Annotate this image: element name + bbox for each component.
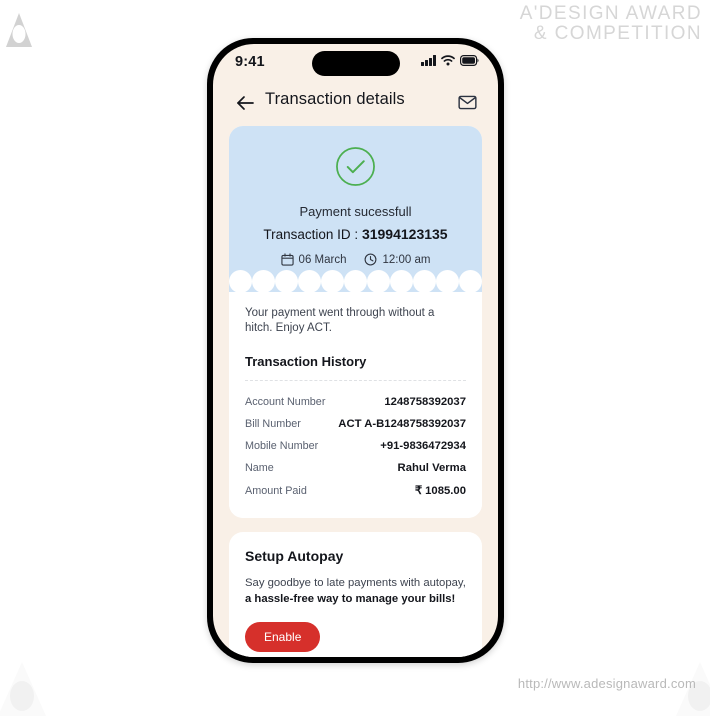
row-value: ₹ 1085.00 <box>414 485 466 497</box>
scallop-divider <box>229 270 482 293</box>
row-value: Rahul Verma <box>397 462 466 474</box>
wifi-icon <box>441 55 455 66</box>
divider <box>245 380 466 381</box>
autopay-description-line2: a hassle-free way to manage your bills! <box>245 593 456 605</box>
page-title: Transaction details <box>265 90 405 108</box>
row-value: +91-9836472934 <box>380 440 466 452</box>
award-brand-line1: A'DESIGN AWARD <box>519 3 702 24</box>
receipt-note: Your payment went through without a hitc… <box>245 307 435 334</box>
enable-autopay-button[interactable]: Enable <box>245 622 321 652</box>
phone-frame: 9:41 Transaction details Payment sucessf… <box>207 38 504 663</box>
table-row: Account Number 1248758392037 <box>245 391 466 413</box>
row-label: Name <box>245 462 274 474</box>
battery-full-icon <box>460 55 479 66</box>
status-bar-time: 9:41 <box>235 54 265 70</box>
receipt-date: 06 March <box>280 253 347 266</box>
table-row: Mobile Number +91-9836472934 <box>245 435 466 457</box>
status-bar-indicators <box>421 55 479 66</box>
clock-icon <box>365 253 377 266</box>
envelope-icon[interactable] <box>458 93 477 112</box>
payment-status-text: Payment sucessfull <box>299 204 412 219</box>
receipt-card: Payment sucessfull Transaction ID : 3199… <box>229 126 482 518</box>
a-design-award-logo-watermark-left-icon <box>0 662 46 716</box>
a-design-award-logo-icon <box>6 13 32 47</box>
row-label: Account Number <box>245 396 326 408</box>
table-row: Amount Paid ₹ 1085.00 <box>245 479 466 502</box>
receipt-meta-row: 06 March 12:00 am <box>243 253 468 266</box>
check-circle-icon <box>335 146 376 187</box>
receipt-time-text: 12:00 am <box>382 253 431 266</box>
scroll-content: Payment sucessfull Transaction ID : 3199… <box>213 126 498 657</box>
row-value: 1248758392037 <box>384 396 466 408</box>
row-label: Bill Number <box>245 418 301 430</box>
autopay-description-line1: Say goodbye to late payments with autopa… <box>245 577 466 589</box>
table-row: Name Rahul Verma <box>245 457 466 479</box>
transaction-history-title: Transaction History <box>245 354 367 369</box>
dynamic-island <box>311 51 400 76</box>
app-header: Transaction details <box>213 88 498 126</box>
transaction-id-value: 31994123135 <box>361 226 448 242</box>
transaction-id-label: Transaction ID : <box>263 227 362 242</box>
receipt-banner: Payment sucessfull Transaction ID : 3199… <box>229 126 482 293</box>
row-label: Mobile Number <box>245 440 319 452</box>
award-url: http://www.adesignaward.com <box>517 676 696 691</box>
setup-autopay-card: Setup Autopay Say goodbye to late paymen… <box>229 532 482 657</box>
receipt-date-text: 06 March <box>298 253 347 266</box>
award-brand-mark: A'DESIGN AWARD & COMPETITION <box>520 4 702 44</box>
receipt-details: Your payment went through without a hitc… <box>229 292 482 518</box>
autopay-title: Setup Autopay <box>245 548 344 564</box>
row-label: Amount Paid <box>245 485 307 497</box>
row-value: ACT A-B1248758392037 <box>338 418 466 430</box>
table-row: Bill Number ACT A-B1248758392037 <box>245 413 466 435</box>
transaction-id: Transaction ID : 31994123135 <box>243 226 468 242</box>
phone-screen: 9:41 Transaction details Payment sucessf… <box>213 44 498 657</box>
calendar-icon <box>280 253 294 266</box>
arrow-left-icon[interactable] <box>234 92 256 114</box>
award-brand-line2: & COMPETITION <box>533 23 702 44</box>
cellular-signal-icon <box>421 55 436 66</box>
receipt-time: 12:00 am <box>364 253 430 266</box>
status-bar: 9:41 <box>213 44 498 80</box>
